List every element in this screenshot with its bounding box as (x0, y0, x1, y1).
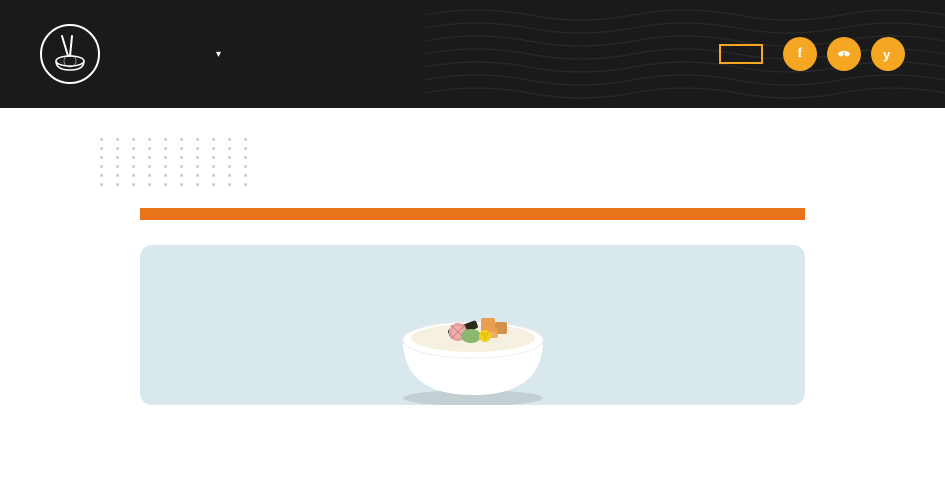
svg-text:y: y (883, 47, 891, 62)
main-content: const dotContainer = document.querySelec… (0, 108, 945, 405)
tripadvisor-icon[interactable] (827, 37, 861, 71)
bowl-illustration (373, 250, 573, 405)
facebook-icon[interactable]: f (783, 37, 817, 71)
social-icons-group: f y (783, 37, 905, 71)
main-nav (160, 49, 699, 60)
logo[interactable] (40, 24, 110, 84)
yelp-icon[interactable]: y (871, 37, 905, 71)
dot-decoration: const dotContainer = document.querySelec… (100, 138, 254, 186)
menu-button[interactable] (719, 44, 763, 64)
site-header: f y (0, 0, 945, 108)
nav-item-services[interactable] (216, 49, 222, 60)
logo-icon (40, 24, 100, 84)
hero-image (140, 245, 805, 405)
breadcrumb-banner (140, 208, 805, 220)
